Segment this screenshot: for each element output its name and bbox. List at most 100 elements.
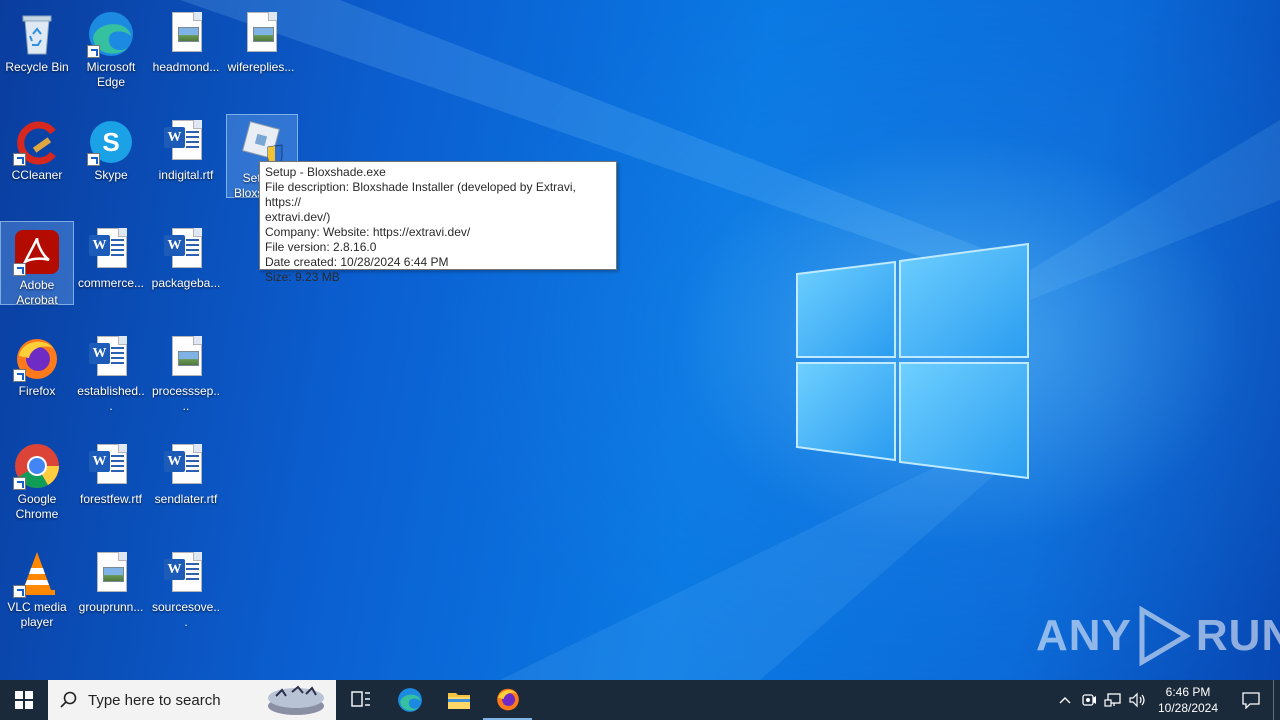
taskbar-firefox-button[interactable]: [483, 680, 532, 720]
word-document-icon: W: [87, 334, 135, 382]
adobe-acrobat-icon-tile[interactable]: Adobe Acrobat: [0, 221, 74, 307]
meet-now-icon: [1082, 694, 1096, 706]
notification-icon: [1242, 692, 1260, 709]
shortcut-arrow-icon: [87, 153, 100, 166]
shortcut-arrow-icon: [13, 477, 26, 490]
headmond-icon-tile[interactable]: headmond...: [149, 4, 223, 94]
word-document-icon: W: [162, 550, 210, 598]
tooltip-description: File description: Bloxshade Installer (d…: [265, 180, 576, 209]
commerce-rtf-icon-tile[interactable]: W commerce...: [74, 220, 148, 310]
icon-label: packageba...: [151, 276, 221, 290]
file-info-tooltip: Setup - Bloxshade.exe File description: …: [259, 161, 617, 284]
image-document-icon: [87, 550, 135, 598]
show-hidden-icons-button[interactable]: [1053, 680, 1077, 720]
tray-app-icon[interactable]: [1077, 680, 1101, 720]
task-view-button[interactable]: [336, 680, 385, 720]
system-tray: 6:46 PM 10/28/2024: [1053, 680, 1280, 720]
network-button[interactable]: [1101, 680, 1125, 720]
tooltip-company: Company: Website: https://extravi.dev/: [265, 225, 471, 239]
icon-label: wifereplies...: [227, 60, 295, 74]
word-document-icon: W: [87, 226, 135, 274]
icon-label: Microsoft Edge: [86, 60, 136, 89]
anyrun-watermark: ANY RUN: [1036, 606, 1280, 666]
shortcut-arrow-icon: [13, 585, 26, 598]
image-document-icon: [237, 10, 285, 58]
wifereplies-icon-tile[interactable]: wifereplies...: [224, 4, 298, 94]
folder-icon: [447, 693, 470, 709]
start-button[interactable]: [0, 680, 48, 720]
ccleaner-icon-tile[interactable]: CCleaner: [0, 112, 74, 202]
search-placeholder: Type here to search: [88, 691, 221, 709]
icon-label: sendlater.rtf: [154, 492, 218, 506]
word-document-icon: W: [162, 118, 210, 166]
search-highlight-icon: [268, 685, 324, 715]
shortcut-arrow-icon: [13, 153, 26, 166]
adobe-acrobat-icon: [13, 228, 61, 276]
chevron-up-icon: [1059, 697, 1071, 704]
task-view-icon: [350, 691, 370, 707]
taskbar-file-explorer-button[interactable]: [434, 680, 483, 720]
volume-button[interactable]: [1125, 680, 1149, 720]
shortcut-arrow-icon: [87, 45, 100, 58]
chrome-icon: [13, 442, 61, 490]
icon-label: Skype: [94, 168, 128, 182]
image-document-icon: [162, 334, 210, 382]
firefox-icon: [13, 334, 61, 382]
watermark-right: RUN: [1195, 611, 1280, 660]
icon-label: Google Chrome: [15, 492, 59, 521]
icon-label: processsep....: [151, 384, 221, 413]
established-rtf-icon-tile[interactable]: W established...: [74, 328, 148, 418]
skype-icon-tile[interactable]: S Skype: [74, 112, 148, 202]
icon-label: CCleaner: [11, 168, 63, 182]
clock-date: 10/28/2024: [1157, 701, 1219, 715]
tooltip-size: Size: 9.23 MB: [265, 270, 340, 284]
taskbar-search-box[interactable]: Type here to search: [48, 680, 336, 720]
icon-label: commerce...: [77, 276, 144, 290]
icon-label: established...: [77, 384, 145, 413]
network-icon: [1104, 693, 1121, 707]
firefox-icon-tile[interactable]: Firefox: [0, 328, 74, 418]
icon-label: VLC media player: [7, 600, 67, 629]
forestfew-rtf-icon-tile[interactable]: W forestfew.rtf: [74, 436, 148, 526]
shortcut-arrow-icon: [13, 263, 26, 276]
word-document-icon: W: [162, 442, 210, 490]
sendlater-rtf-icon-tile[interactable]: W sendlater.rtf: [149, 436, 223, 526]
speaker-icon: [1129, 692, 1145, 708]
google-chrome-icon-tile[interactable]: Google Chrome: [0, 436, 74, 526]
icon-label: Firefox: [18, 384, 56, 398]
word-document-icon: W: [162, 226, 210, 274]
taskbar: Type here to search 6:46 PM 10/28/2024: [0, 680, 1280, 720]
windows-start-icon: [15, 691, 33, 709]
taskbar-edge-button[interactable]: [385, 680, 434, 720]
clock-time: 6:46 PM: [1165, 685, 1211, 699]
tooltip-date-created: Date created: 10/28/2024 6:44 PM: [265, 255, 449, 269]
search-icon: [60, 691, 77, 708]
recycle-bin-icon-tile[interactable]: Recycle Bin: [0, 4, 74, 94]
firefox-icon: [496, 688, 519, 711]
vlc-icon-tile[interactable]: VLC media player: [0, 544, 74, 634]
processsep-icon-tile[interactable]: processsep....: [149, 328, 223, 418]
icon-label: grouprunn...: [78, 600, 144, 614]
action-center-button[interactable]: [1229, 680, 1273, 720]
indigital-rtf-icon-tile[interactable]: W indigital.rtf: [149, 112, 223, 202]
windows-wallpaper-logo: [796, 242, 1029, 480]
sourcesove-rtf-icon-tile[interactable]: W sourcesove...: [149, 544, 223, 634]
icon-label: indigital.rtf: [158, 168, 214, 182]
image-document-icon: [162, 10, 210, 58]
taskbar-clock[interactable]: 6:46 PM 10/28/2024: [1157, 684, 1219, 716]
icon-label: headmond...: [152, 60, 220, 74]
grouprunn-icon-tile[interactable]: grouprunn...: [74, 544, 148, 634]
microsoft-edge-icon-tile[interactable]: Microsoft Edge: [74, 4, 148, 94]
icon-label: Recycle Bin: [5, 60, 69, 74]
ccleaner-icon: [13, 118, 61, 166]
show-desktop-button[interactable]: [1273, 680, 1280, 720]
edge-icon: [87, 10, 135, 58]
icon-label: Adobe Acrobat: [16, 278, 58, 307]
packageba-rtf-icon-tile[interactable]: W packageba...: [149, 220, 223, 310]
tooltip-title: Setup - Bloxshade.exe: [265, 165, 386, 179]
tooltip-description-cont: extravi.dev/): [265, 210, 331, 224]
word-document-icon: W: [87, 442, 135, 490]
vlc-cone-icon: [13, 550, 61, 598]
svg-text:S: S: [102, 127, 119, 157]
icon-label: sourcesove...: [151, 600, 221, 629]
